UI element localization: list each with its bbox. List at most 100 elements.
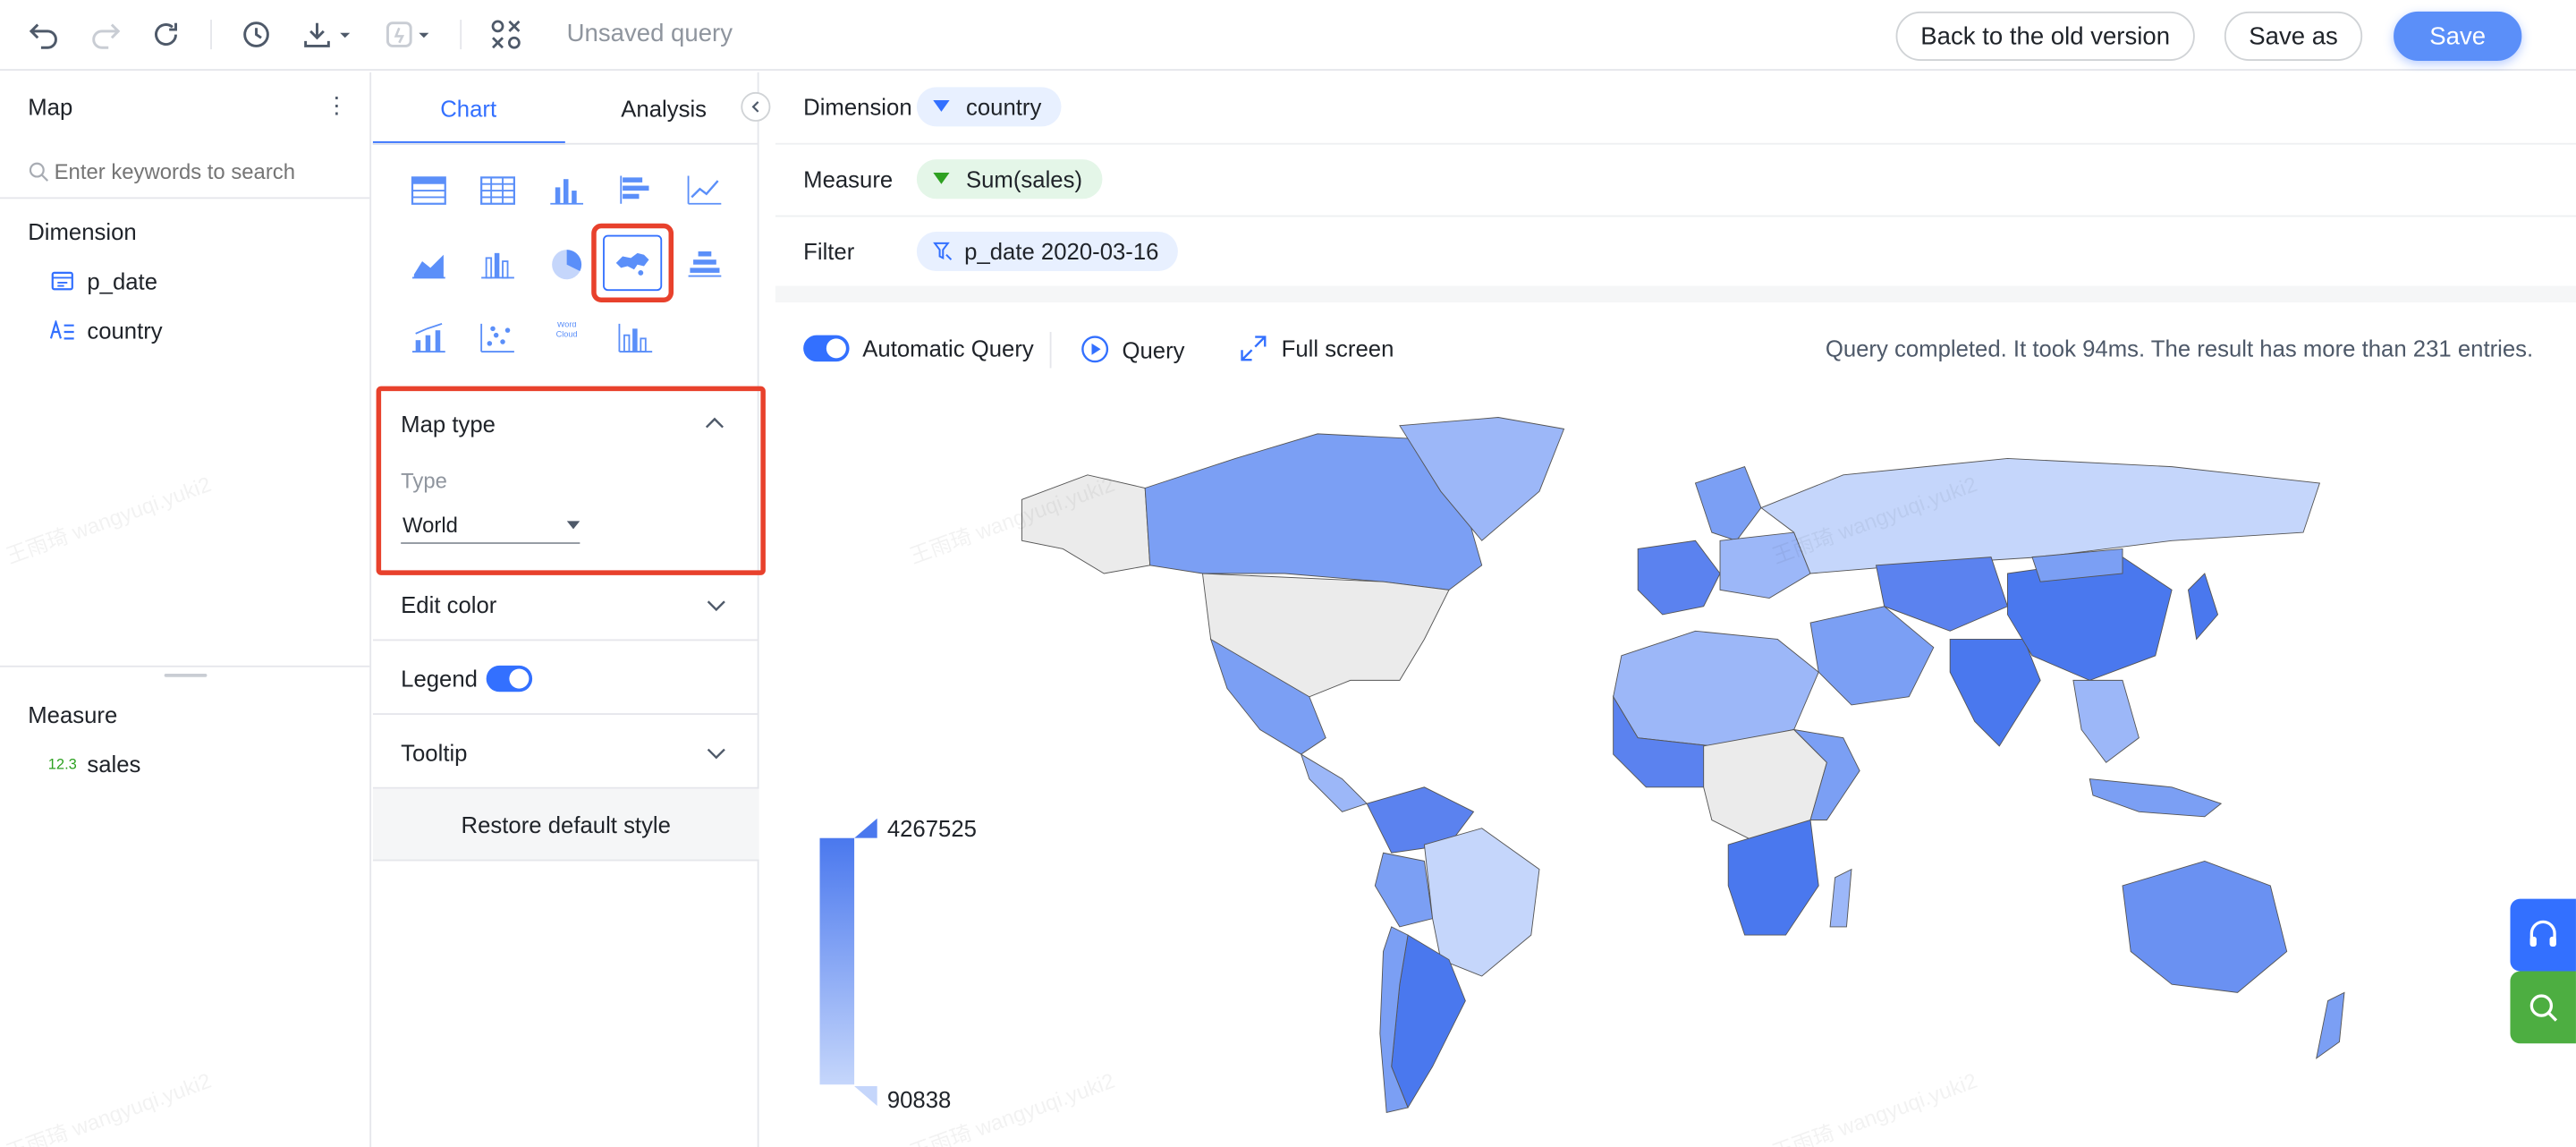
divider xyxy=(775,142,2576,145)
chevron-left-icon xyxy=(751,101,759,113)
search-icon xyxy=(29,161,49,181)
map-region-india xyxy=(1949,639,2041,747)
legend-min-handle[interactable] xyxy=(854,1086,877,1107)
dimension-row-label: Dimension xyxy=(803,93,912,121)
legend-section: Legend xyxy=(372,641,759,715)
map-region-madagascar xyxy=(1829,868,1852,928)
stacked-column-chart-icon[interactable] xyxy=(479,248,515,281)
resize-handle[interactable] xyxy=(164,674,208,677)
dataset-title: Map xyxy=(28,93,73,121)
full-screen-button[interactable]: Full screen xyxy=(1241,336,1394,361)
toolbar-divider xyxy=(460,20,462,50)
caret-down-icon xyxy=(933,100,950,112)
chevron-up-icon[interactable] xyxy=(705,414,724,434)
caret-down-icon xyxy=(566,520,580,529)
date-field-icon xyxy=(49,271,75,291)
measure-pill-label: Sum(sales) xyxy=(965,166,1083,192)
combo-chart-icon[interactable] xyxy=(411,322,446,355)
legend-min-label: 90838 xyxy=(886,1086,952,1113)
table-chart-icon[interactable] xyxy=(411,174,446,208)
line-chart-icon[interactable] xyxy=(687,174,723,208)
auto-query-switch[interactable] xyxy=(803,335,850,362)
number-field-icon: 12.3 xyxy=(47,755,77,773)
field-search[interactable] xyxy=(28,155,340,188)
filter-row-label: Filter xyxy=(803,238,855,265)
alert-icon[interactable] xyxy=(381,16,436,52)
pie-chart-icon[interactable] xyxy=(548,248,584,281)
save-as-button[interactable]: Save as xyxy=(2224,11,2363,61)
world-map[interactable] xyxy=(989,409,2352,1132)
map-region-scandinavia xyxy=(1694,466,1762,541)
more-icon[interactable]: ⋮ xyxy=(326,94,349,117)
restore-default-style-button[interactable]: Restore default style xyxy=(372,788,759,862)
help-search-button[interactable] xyxy=(2510,971,2576,1044)
query-title[interactable]: Unsaved query xyxy=(567,20,733,47)
redo-icon[interactable] xyxy=(87,16,123,52)
layout-switch-icon[interactable] xyxy=(487,16,523,52)
history-icon[interactable] xyxy=(238,16,274,52)
headset-icon xyxy=(2529,920,2556,947)
divider xyxy=(0,197,370,200)
area-chart-icon[interactable] xyxy=(411,248,446,281)
search-icon xyxy=(2529,994,2558,1022)
query-label: Query xyxy=(1122,336,1185,362)
measure-heading: Measure xyxy=(28,701,118,728)
tooltip-section[interactable]: Tooltip xyxy=(372,715,759,789)
map-region-middle-east xyxy=(1809,606,1935,706)
legend-toggle[interactable] xyxy=(486,665,533,692)
map-type-select[interactable]: World xyxy=(401,508,580,544)
scatter-chart-icon[interactable] xyxy=(479,322,515,355)
chart-config-panel: Chart Analysis Word Cloud Map type Type xyxy=(372,72,771,1147)
dimension-field-label: p_date xyxy=(87,268,158,294)
map-region-southern-africa xyxy=(1727,819,1819,936)
customer-service-button[interactable] xyxy=(2510,898,2576,972)
refresh-icon[interactable] xyxy=(148,16,183,52)
toolbar-divider xyxy=(210,20,212,50)
dimension-field-country[interactable]: country xyxy=(49,317,163,344)
query-status: Query completed. It took 94ms. The resul… xyxy=(1825,335,2534,362)
pivot-table-chart-icon[interactable] xyxy=(479,174,515,208)
map-region-indonesia xyxy=(2089,778,2223,818)
play-icon xyxy=(1081,336,1109,363)
map-region-peru xyxy=(1374,852,1434,928)
caret-down-icon xyxy=(933,172,950,184)
map-type-title[interactable]: Map type xyxy=(401,411,496,437)
histogram-chart-icon[interactable] xyxy=(618,322,654,355)
funnel-chart-icon[interactable] xyxy=(687,248,723,281)
measure-field-label: sales xyxy=(87,751,141,777)
chevron-down-icon xyxy=(707,748,725,760)
legend-max-handle[interactable] xyxy=(854,818,877,838)
map-region-central-america xyxy=(1300,753,1368,812)
filter-pill-label: p_date 2020-03-16 xyxy=(964,238,1159,265)
divider xyxy=(1049,332,1052,369)
edit-color-title: Edit color xyxy=(401,591,497,618)
divider xyxy=(775,215,2576,217)
back-to-old-version-button[interactable]: Back to the old version xyxy=(1895,11,2195,61)
column-chart-icon[interactable] xyxy=(548,174,584,208)
edit-color-section[interactable]: Edit color xyxy=(372,567,759,641)
collapse-panel-button[interactable] xyxy=(741,91,771,122)
map-type-label: Type xyxy=(401,468,447,494)
automatic-query-toggle[interactable]: Automatic Query xyxy=(803,335,1034,362)
tab-analysis[interactable]: Analysis xyxy=(621,96,707,122)
measure-field-sales[interactable]: 12.3 sales xyxy=(47,751,141,777)
map-chart-option[interactable] xyxy=(603,234,663,292)
query-button[interactable]: Query xyxy=(1081,336,1185,363)
dimension-pill-label: country xyxy=(965,93,1042,121)
measure-pill[interactable]: Sum(sales) xyxy=(916,159,1103,200)
dimension-pill[interactable]: country xyxy=(916,87,1062,127)
undo-icon[interactable] xyxy=(26,16,62,52)
map-region-north-africa xyxy=(1613,630,1819,747)
dimension-field-p-date[interactable]: p_date xyxy=(49,268,158,294)
filter-icon xyxy=(933,242,953,260)
bar-chart-icon[interactable] xyxy=(618,174,654,208)
tab-chart[interactable]: Chart xyxy=(440,96,496,122)
filter-pill[interactable]: p_date 2020-03-16 xyxy=(916,231,1179,272)
word-cloud-chart-icon[interactable]: Word Cloud xyxy=(546,322,589,355)
download-icon[interactable] xyxy=(299,16,354,52)
automatic-query-label: Automatic Query xyxy=(862,335,1034,362)
chevron-down-icon xyxy=(707,600,725,612)
search-input[interactable] xyxy=(54,158,334,183)
save-button[interactable]: Save xyxy=(2394,11,2522,61)
measure-row-label: Measure xyxy=(803,166,894,192)
